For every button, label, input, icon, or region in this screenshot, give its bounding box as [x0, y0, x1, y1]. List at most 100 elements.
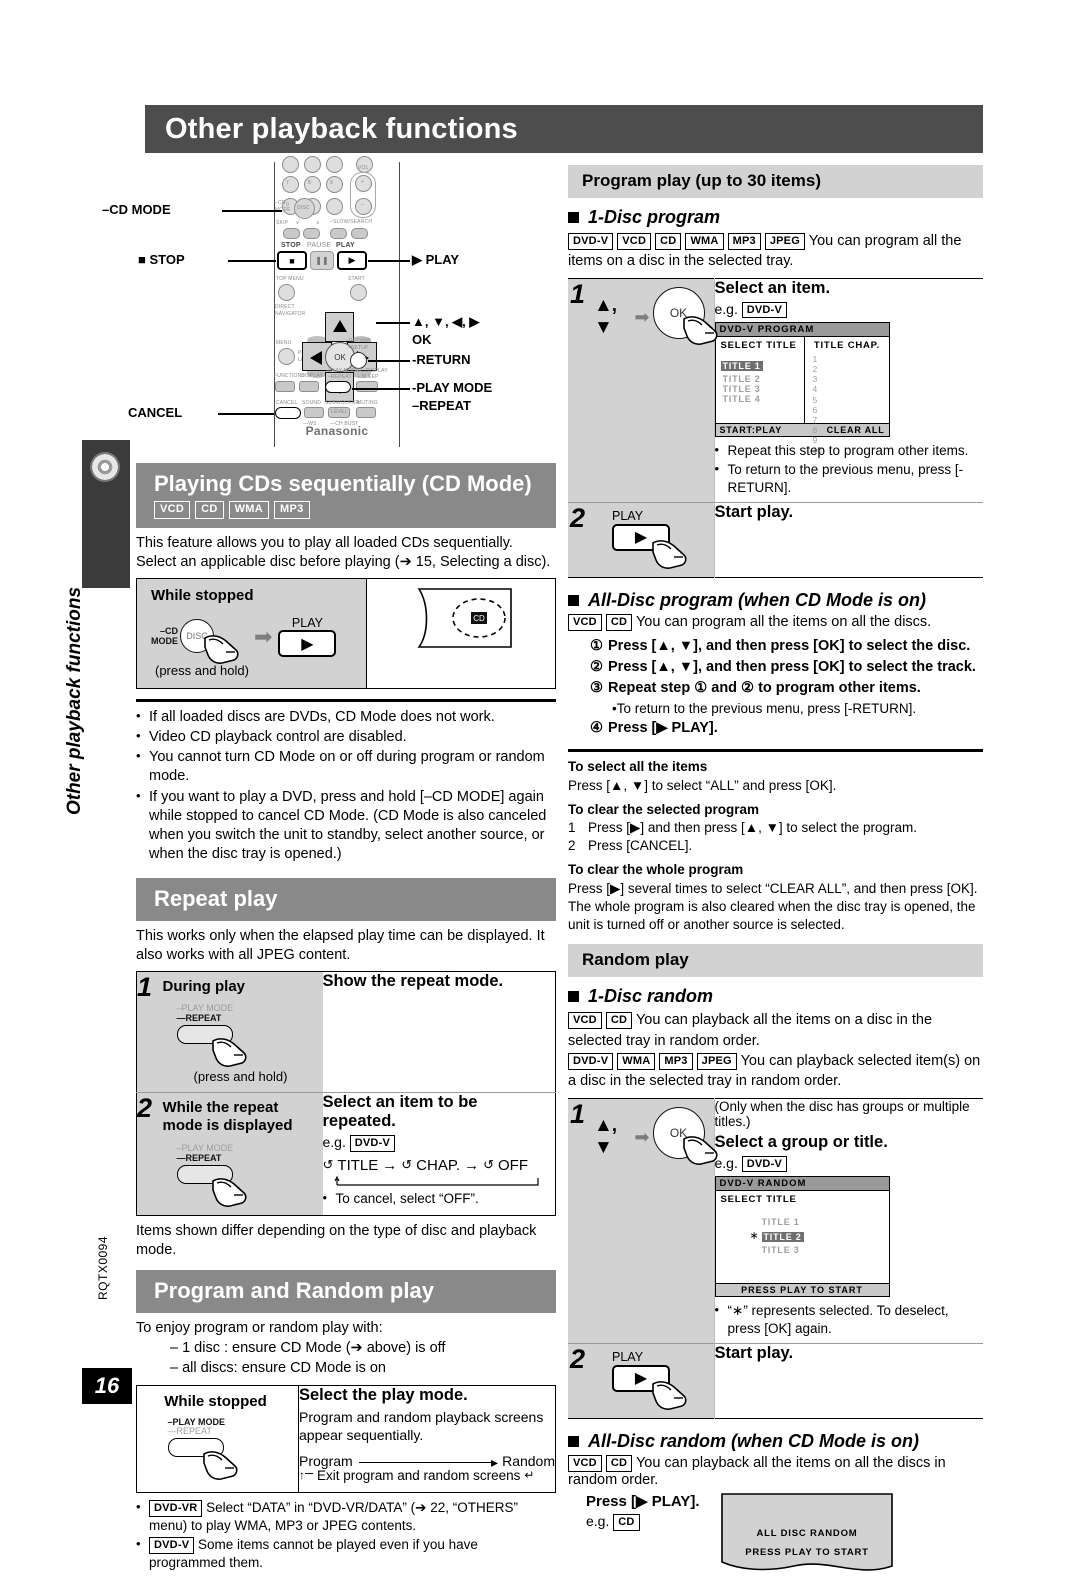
program-random-action-title: Select the play mode.: [299, 1385, 468, 1404]
repeat-footer: Items shown differ depending on the type…: [136, 1223, 537, 1259]
all-disc-random-eg-label: e.g.: [586, 1512, 610, 1529]
osd-random-title-2: TITLE 2: [761, 1232, 804, 1243]
callout-stop: ■ STOP: [138, 252, 185, 267]
document-code: RQTX0094: [96, 1235, 110, 1300]
all-disc-program-step-3-note: •To return to the previous menu, press […: [612, 700, 917, 716]
repeat-cycle-3: OFF: [497, 1156, 528, 1174]
cd-mode-badges: VCD CD WMA MP3: [136, 501, 556, 528]
program-random-key-label-2: —REPEAT: [167, 1425, 212, 1436]
cd-mode-play-label: PLAY: [291, 616, 323, 630]
howto-2-title: To clear the selected program: [568, 801, 760, 817]
program-step-2-key-label: PLAY: [612, 508, 644, 523]
repeat-step-2-right: Select an item to be repeated. e.g. DVD-…: [322, 1092, 556, 1216]
osd-num-2: 2: [812, 364, 818, 375]
repeat-eg-label: e.g.: [322, 1134, 346, 1151]
badge-mp3-p: MP3: [727, 233, 761, 250]
callout-return: -RETURN: [412, 352, 471, 367]
page-title: Other playback functions: [165, 112, 518, 145]
osd-num-1: 1: [812, 354, 818, 365]
repeat-cycle-2: CHAP.: [416, 1156, 461, 1174]
cd-mode-press-hold-note: (press and hold): [155, 663, 249, 678]
cd-mode-note-1: If all loaded discs are DVDs, CD Mode do…: [136, 707, 556, 727]
page-title-banner: Other playback functions: [145, 105, 983, 153]
repeat-eg-badge: DVD-V: [349, 1135, 395, 1152]
callout-play-mode: -PLAY MODE: [412, 380, 493, 395]
repeat-step-1-action: Show the repeat mode.: [322, 972, 504, 991]
random-step-2-left: PLAY ▶: [594, 1342, 714, 1419]
badge-vcd-p: VCD: [617, 233, 652, 250]
badge-dvd-v-r: DVD-V: [568, 1052, 614, 1070]
osd-num-7: 7: [812, 414, 818, 425]
program-random-condition: While stopped: [164, 1392, 267, 1410]
osd-num-4: 4: [812, 384, 818, 395]
repeat-step-2-key-label-2: —REPEAT: [176, 1152, 222, 1163]
cd-mode-condition: While stopped: [151, 587, 254, 604]
repeat-step-2-number: 2: [136, 1092, 163, 1216]
random-step-table: 1 ▲, ▼ ➡ OK (Only when the disc has grou…: [568, 1097, 983, 1419]
badge-cd-ad: CD: [605, 613, 633, 631]
cd-mode-notes: If all loaded discs are DVDs, CD Mode do…: [136, 707, 556, 864]
program-random-step-table: While stopped –PLAY MODE —REPEAT Select …: [136, 1384, 556, 1494]
cd-mode-step-table: While stopped –CD MODE DISC ➡ PLAY ▶ (pr…: [136, 578, 556, 689]
sidebar-chapter-label: Other playback functions: [64, 586, 85, 816]
cd-mode-note-2: Video CD playback control are disabled.: [136, 727, 556, 747]
random-eg-badge: DVD-V: [741, 1155, 787, 1173]
svg-text:CD: CD: [473, 614, 485, 623]
repeat-cycle-1: TITLE: [337, 1156, 379, 1174]
howto-2-item-1: 1 Press [▶] and then press [▲, ▼] to sele…: [568, 820, 917, 835]
callout-cd-mode: –CD MODE: [102, 202, 171, 217]
osd-program-col1-head: SELECT TITLE: [720, 340, 797, 352]
osd-program-screen: DVD-V PROGRAM SELECT TITLE TITLE 1 TITLE…: [714, 322, 890, 455]
osd-program-title-4: TITLE 4: [722, 394, 761, 405]
badge-mp3-r: MP3: [659, 1052, 693, 1070]
badge-cd-p: CD: [655, 233, 682, 250]
repeat-step-2-condition-1: While the repeat: [162, 1099, 279, 1117]
badge-cd-r: CD: [605, 1012, 633, 1030]
program-step-2-number: 2: [568, 501, 594, 578]
program-random-note-2: DVD-V Some items cannot be played even i…: [136, 1535, 556, 1572]
program-random-step-right: Select the play mode. Program and random…: [298, 1385, 556, 1493]
osd-program-foot-left: START:PLAY: [719, 425, 783, 436]
all-disc-random-press: Press [▶ PLAY].: [586, 1492, 700, 1510]
disc-icon: [86, 448, 125, 487]
osd-all-disc-random-screen: ALL DISC RANDOM PRESS PLAY TO START: [718, 1492, 896, 1577]
subheading-all-disc-random: All-Disc random (when CD Mode is on): [568, 1431, 983, 1452]
random-step-1-condition: (Only when the disc has groups or multip…: [714, 1098, 970, 1129]
badge-vcd-ad: VCD: [568, 613, 602, 631]
repeat-step-1-left: During play –PLAY MODE —REPEAT (press an…: [162, 971, 323, 1093]
section-heading-program-random: Program and Random play: [136, 1270, 556, 1314]
right-column: Program play (up to 30 items) 1-Disc pro…: [568, 165, 983, 1577]
callout-repeat: –REPEAT: [412, 398, 471, 413]
callout-ok: OK: [412, 332, 432, 347]
cd-mode-step-right: CD: [366, 578, 556, 689]
osd-random-title: DVD-V RANDOM: [715, 1177, 889, 1192]
random-step-2-number: 2: [568, 1342, 594, 1419]
repeat-step-1-key-label-2: —REPEAT: [176, 1012, 222, 1023]
osd-program-title-2: TITLE 2: [722, 374, 761, 385]
badge-dvd-v: DVD-V: [568, 233, 614, 250]
program-random-condition-1: – 1 disc : ensure CD Mode (➔ above) is o…: [170, 1340, 446, 1357]
program-random-action-text: Program and random playback screens appe…: [299, 1408, 544, 1443]
osd-num-6: 6: [812, 404, 818, 415]
badge-jpeg-p: JPEG: [764, 233, 805, 250]
howto-1-line-1: Press [▲, ▼] to select “ALL” and press […: [568, 777, 837, 793]
pointing-hand-icon: [652, 1381, 687, 1410]
osd-num-5: 5: [812, 394, 818, 405]
subheading-1-disc-random: 1-Disc random: [568, 986, 983, 1007]
program-random-condition-2: – all discs: ensure CD Mode is on: [170, 1359, 386, 1376]
callout-play: ▶ PLAY: [412, 252, 460, 267]
all-disc-program-intro: You can program all the items on all the…: [635, 613, 932, 630]
badge-mp3: MP3: [274, 501, 310, 519]
all-disc-program-step-3: ③ Repeat step ① and ② to program other it…: [590, 679, 921, 696]
program-eg-badge: DVD-V: [741, 301, 787, 319]
osd-random-screen: DVD-V RANDOM SELECT TITLE ∗ TITLE 1 TITL…: [714, 1176, 890, 1298]
badge-wma-p: WMA: [685, 233, 724, 250]
page-number: 16: [82, 1368, 132, 1404]
program-step-2-right: Start play.: [713, 501, 983, 578]
random-step-2-right: Start play.: [713, 1342, 983, 1419]
subheading-all-disc-program: All-Disc program (when CD Mode is on): [568, 590, 983, 611]
repeat-step-1-right: Show the repeat mode.: [322, 971, 556, 1093]
front-panel-display: CD: [401, 585, 521, 655]
program-random-note-1: DVD-VR Select “DATA” in “DVD-VR/DATA” (➔…: [136, 1498, 556, 1535]
badge-wma-r: WMA: [617, 1052, 656, 1070]
